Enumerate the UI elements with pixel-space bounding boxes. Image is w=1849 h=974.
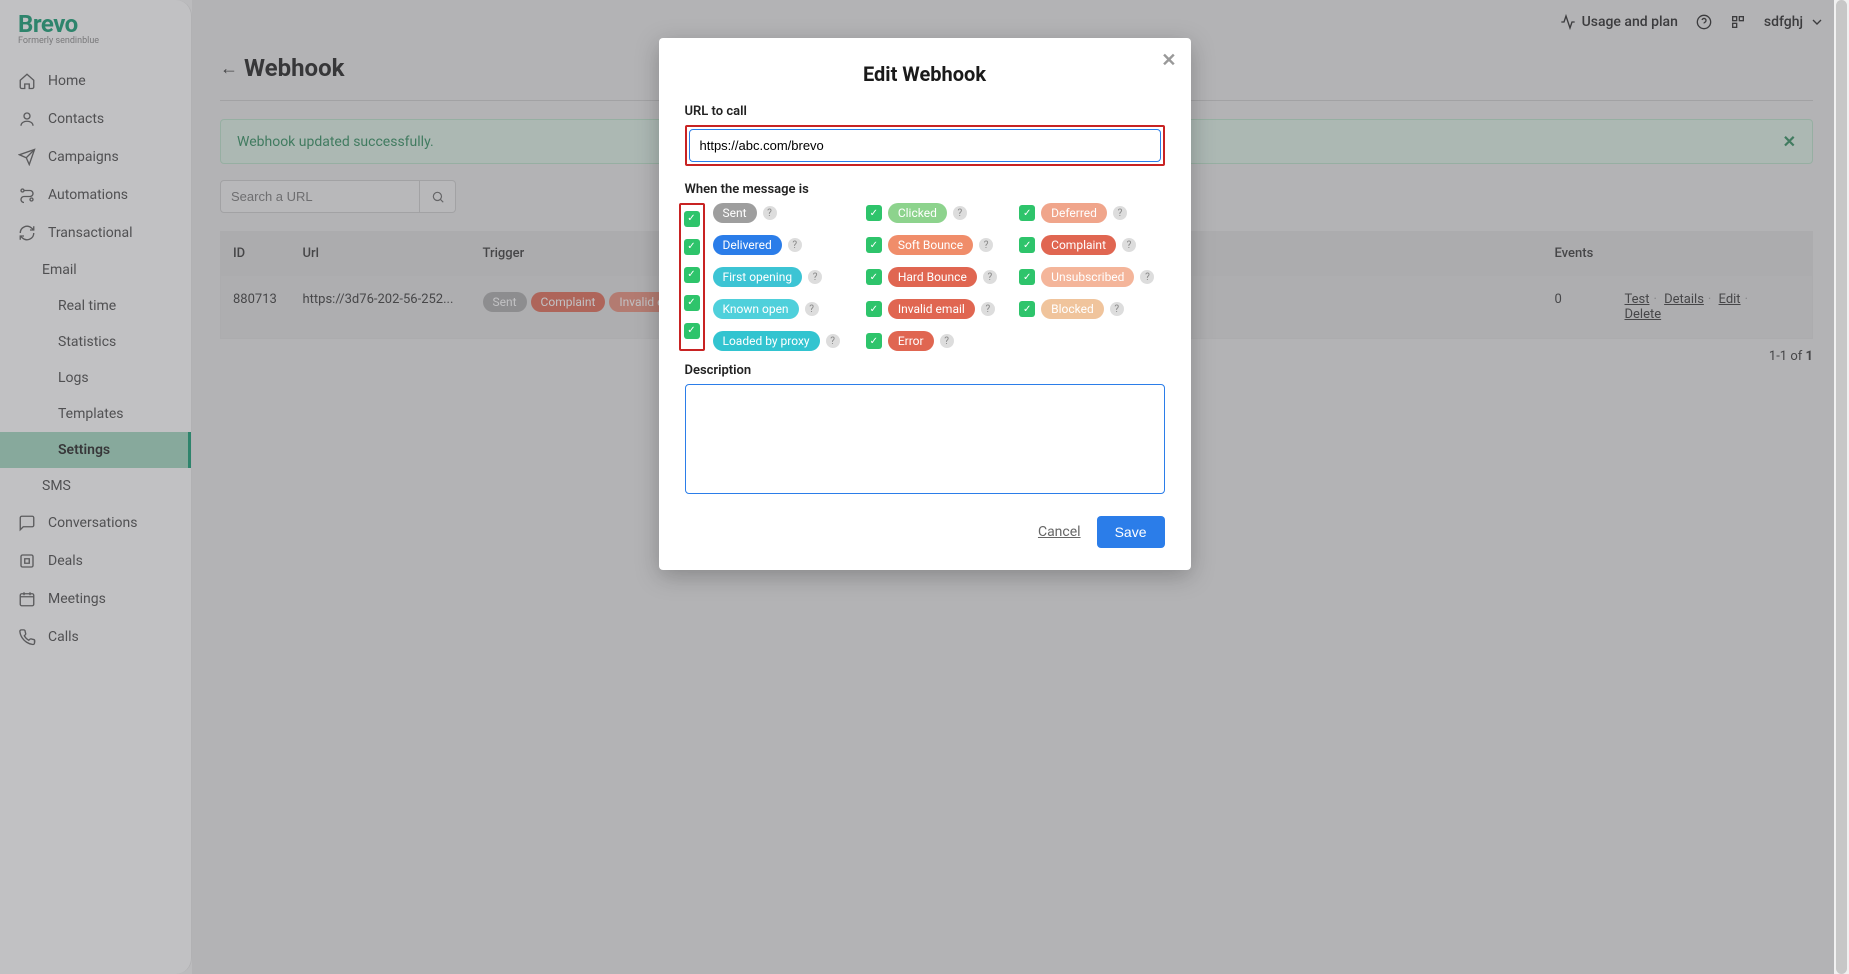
help-icon[interactable]: ? (953, 206, 967, 220)
help-icon[interactable]: ? (1140, 270, 1154, 284)
event-soft-bounce: ✓ Soft Bounce ? (866, 235, 1011, 255)
scrollbar[interactable] (1834, 0, 1849, 974)
event-deferred: ✓ Deferred ? (1019, 203, 1164, 223)
event-loaded-by-proxy: Loaded by proxy ? (713, 331, 858, 351)
checkbox-loaded-by-proxy[interactable]: ✓ (684, 323, 700, 339)
help-icon[interactable]: ? (788, 238, 802, 252)
modal-title: Edit Webhook (685, 62, 1165, 86)
event-pill: Soft Bounce (888, 235, 973, 255)
event-pill: Delivered (713, 235, 782, 255)
help-icon[interactable]: ? (805, 302, 819, 316)
checkbox-delivered[interactable]: ✓ (684, 239, 700, 255)
checkbox-column-highlight: ✓ ✓ ✓ ✓ ✓ (679, 203, 705, 351)
help-icon[interactable]: ? (979, 238, 993, 252)
event-pill: Unsubscribed (1041, 267, 1134, 287)
event-pill: Complaint (1041, 235, 1116, 255)
close-icon[interactable]: ✕ (1161, 50, 1176, 71)
help-icon[interactable]: ? (763, 206, 777, 220)
modal-footer: Cancel Save (685, 516, 1165, 548)
event-unsubscribed: ✓ Unsubscribed ? (1019, 267, 1164, 287)
help-icon[interactable]: ? (981, 302, 995, 316)
checkbox-unsubscribed[interactable]: ✓ (1019, 269, 1035, 285)
checkbox-first-opening[interactable]: ✓ (684, 267, 700, 283)
save-button[interactable]: Save (1097, 516, 1165, 548)
checkbox-complaint[interactable]: ✓ (1019, 237, 1035, 253)
url-input[interactable] (689, 129, 1161, 162)
edit-webhook-modal: ✕ Edit Webhook URL to call When the mess… (659, 38, 1191, 570)
checkbox-hard-bounce[interactable]: ✓ (866, 269, 882, 285)
url-highlight-box (685, 125, 1165, 166)
help-icon[interactable]: ? (826, 334, 840, 348)
when-label: When the message is (685, 182, 1165, 197)
help-icon[interactable]: ? (1110, 302, 1124, 316)
event-pill: Invalid email (888, 299, 975, 319)
event-delivered: Delivered ? (713, 235, 858, 255)
description-textarea[interactable] (685, 384, 1165, 494)
modal-overlay: ✕ Edit Webhook URL to call When the mess… (0, 0, 1849, 974)
event-pill: Blocked (1041, 299, 1104, 319)
event-pill: Loaded by proxy (713, 331, 820, 351)
help-icon[interactable]: ? (1113, 206, 1127, 220)
checkbox-invalid-email[interactable]: ✓ (866, 301, 882, 317)
help-icon[interactable]: ? (808, 270, 822, 284)
event-complaint: ✓ Complaint ? (1019, 235, 1164, 255)
event-pill: Clicked (888, 203, 947, 223)
checkbox-deferred[interactable]: ✓ (1019, 205, 1035, 221)
event-pill: Hard Bounce (888, 267, 977, 287)
help-icon[interactable]: ? (1122, 238, 1136, 252)
event-pill: Known open (713, 299, 799, 319)
help-icon[interactable]: ? (983, 270, 997, 284)
checkbox-known-open[interactable]: ✓ (684, 295, 700, 311)
event-pill: Deferred (1041, 203, 1107, 223)
event-pill: First opening (713, 267, 803, 287)
help-icon[interactable]: ? (940, 334, 954, 348)
checkbox-error[interactable]: ✓ (866, 333, 882, 349)
event-first-opening: First opening ? (713, 267, 858, 287)
event-known-open: Known open ? (713, 299, 858, 319)
description-label: Description (685, 363, 1165, 378)
event-error: ✓ Error ? (866, 331, 1011, 351)
checkbox-soft-bounce[interactable]: ✓ (866, 237, 882, 253)
events-grid: Sent ? ✓ Clicked ? ✓ Deferred ? Delivere… (713, 203, 1165, 351)
event-hard-bounce: ✓ Hard Bounce ? (866, 267, 1011, 287)
event-pill: Error (888, 331, 934, 351)
cancel-button[interactable]: Cancel (1038, 524, 1081, 540)
event-sent: Sent ? (713, 203, 858, 223)
events-section: ✓ ✓ ✓ ✓ ✓ Sent ? ✓ Clicked ? (685, 203, 1165, 351)
checkbox-blocked[interactable]: ✓ (1019, 301, 1035, 317)
event-pill: Sent (713, 203, 757, 223)
event-blocked: ✓ Blocked ? (1019, 299, 1164, 319)
checkbox-sent[interactable]: ✓ (684, 211, 700, 227)
event-invalid-email: ✓ Invalid email ? (866, 299, 1011, 319)
event-clicked: ✓ Clicked ? (866, 203, 1011, 223)
checkbox-clicked[interactable]: ✓ (866, 205, 882, 221)
url-label: URL to call (685, 104, 1165, 119)
